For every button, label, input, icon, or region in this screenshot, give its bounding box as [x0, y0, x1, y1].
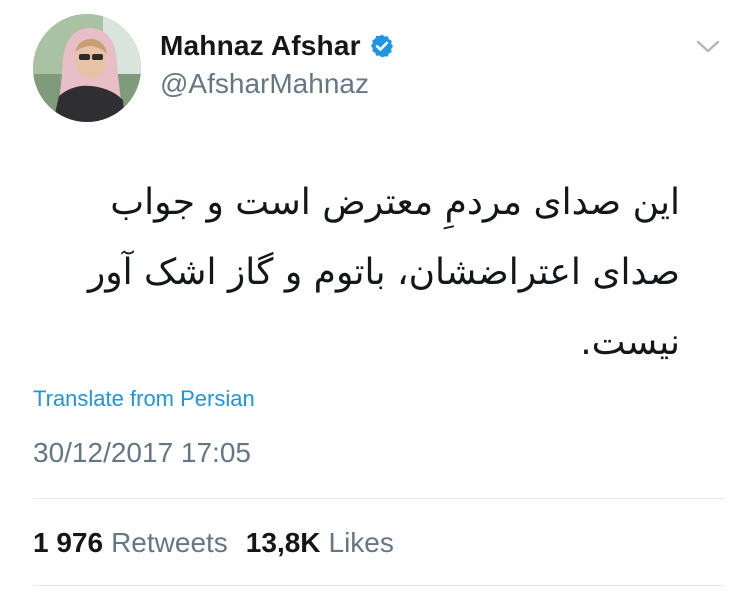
user-handle[interactable]: @AfsharMahnaz: [160, 68, 369, 100]
chevron-down-icon[interactable]: [692, 34, 724, 58]
likes-label[interactable]: Likes: [329, 527, 394, 559]
name-row: Mahnaz Afshar: [160, 30, 395, 62]
profile-photo-icon: [33, 14, 141, 122]
retweets-label[interactable]: Retweets: [111, 527, 228, 559]
tweet-text-line: نیست.: [580, 322, 680, 363]
divider: [33, 585, 724, 586]
avatar[interactable]: [33, 14, 141, 122]
engagement-stats: 1 976 Retweets 13,8K Likes: [33, 527, 394, 559]
translate-link[interactable]: Translate from Persian: [33, 386, 255, 412]
timestamp[interactable]: 30/12/2017 17:05: [33, 437, 251, 469]
display-name[interactable]: Mahnaz Afshar: [160, 30, 361, 62]
divider: [33, 498, 724, 499]
retweets-count[interactable]: 1 976: [33, 527, 103, 559]
tweet-text: این صدای مردمِ معترض است و جواب صدای اعت…: [40, 168, 680, 378]
tweet-text-line: صدای اعتراضشان، باتوم و گاز اشک آور: [87, 252, 680, 293]
likes-count[interactable]: 13,8K: [246, 527, 321, 559]
tweet-text-line: این صدای مردمِ معترض است و جواب: [110, 182, 680, 223]
tweet-card: Mahnaz Afshar @AfsharMahnaz این صدای مرد…: [0, 0, 750, 600]
verified-badge-icon: [369, 33, 395, 59]
